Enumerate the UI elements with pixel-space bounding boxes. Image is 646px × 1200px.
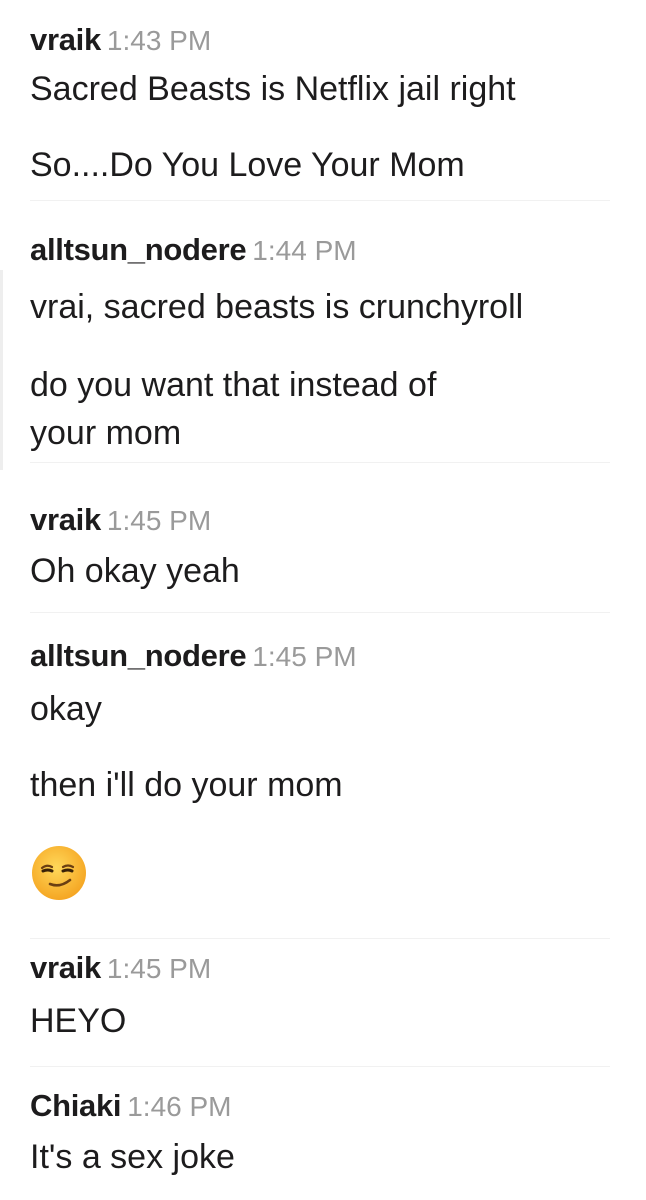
timestamp[interactable]: 1:45 PM [252, 641, 356, 672]
message-text: HEYO [30, 1002, 127, 1040]
message-text: Sacred Beasts is Netflix jail right [30, 70, 516, 108]
message-text: okay [30, 690, 102, 728]
message-group: Chiaki 1:46 PM It's a sex joke [0, 1066, 646, 1200]
message-text: your mom [30, 414, 182, 452]
message-header: vraik 1:45 PM [30, 504, 211, 535]
author-name[interactable]: vraik [30, 950, 101, 985]
message-group: vraik 1:43 PM Sacred Beasts is Netflix ja… [0, 0, 646, 200]
message-text: do you want that instead of [30, 366, 437, 404]
divider [30, 462, 610, 463]
author-name[interactable]: vraik [30, 502, 101, 537]
timestamp[interactable]: 1:45 PM [107, 505, 211, 536]
timestamp[interactable]: 1:45 PM [107, 953, 211, 984]
message-header: vraik 1:43 PM [30, 24, 211, 55]
message-group: alltsun_nodere 1:44 PM vrai, sacred beast… [0, 200, 646, 480]
timestamp[interactable]: 1:43 PM [107, 25, 211, 56]
message-header: Chiaki 1:46 PM [30, 1090, 232, 1121]
smirking-face-emoji [32, 846, 86, 900]
timestamp[interactable]: 1:44 PM [252, 235, 356, 266]
author-name[interactable]: alltsun_nodere [30, 638, 247, 673]
message-group: vraik 1:45 PM Oh okay yeah [0, 480, 646, 610]
timestamp[interactable]: 1:46 PM [127, 1091, 231, 1122]
author-name[interactable]: Chiaki [30, 1088, 122, 1123]
message-header: vraik 1:45 PM [30, 952, 211, 983]
message-text: Oh okay yeah [30, 552, 240, 590]
author-name[interactable]: alltsun_nodere [30, 232, 247, 267]
author-name[interactable]: vraik [30, 22, 101, 57]
message-text: It's a sex joke [30, 1138, 235, 1176]
message-text: So....Do You Love Your Mom [30, 146, 465, 184]
message-group: vraik 1:45 PM HEYO [0, 938, 646, 1068]
message-group: alltsun_nodere 1:45 PM okay then i'll do … [0, 612, 646, 932]
chat-transcript: vraik 1:43 PM Sacred Beasts is Netflix ja… [0, 0, 646, 1200]
message-text: vrai, sacred beasts is crunchyroll [30, 288, 524, 326]
message-header: alltsun_nodere 1:44 PM [30, 234, 357, 265]
message-text: then i'll do your mom [30, 766, 343, 804]
message-header: alltsun_nodere 1:45 PM [30, 640, 357, 671]
